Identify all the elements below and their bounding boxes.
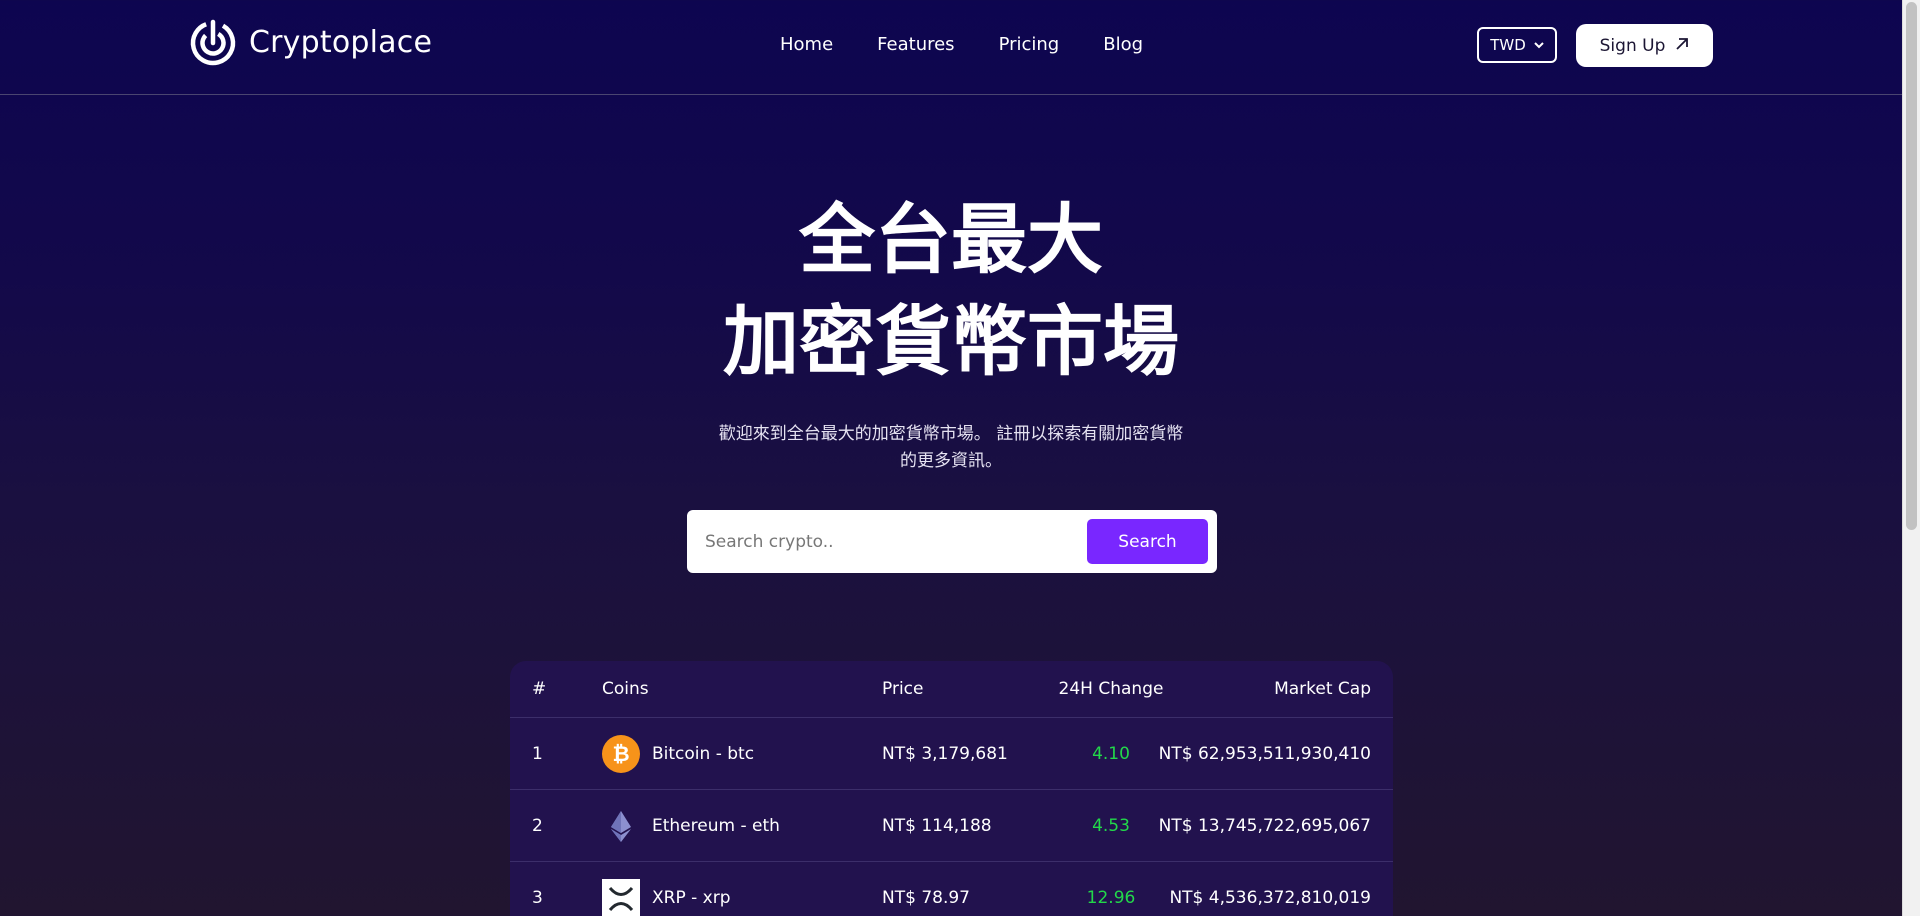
row-price: NT$ 114,188 — [882, 815, 992, 836]
scrollbar-thumb[interactable] — [1906, 2, 1917, 530]
row-rank: 3 — [532, 888, 543, 908]
header-market-cap: Market Cap — [1274, 679, 1371, 699]
row-coin: Ethereum - eth — [602, 790, 780, 861]
row-price: NT$ 78.97 — [882, 888, 970, 908]
row-coin: XRP - xrp — [602, 862, 731, 916]
coin-name: Ethereum - eth — [652, 815, 780, 836]
currency-value: TWD — [1490, 36, 1526, 54]
search-input[interactable] — [705, 522, 1085, 562]
search-button[interactable]: Search — [1087, 519, 1208, 564]
coin-name: XRP - xrp — [652, 888, 731, 908]
sign-up-label: Sign Up — [1599, 35, 1666, 56]
sign-up-button[interactable]: Sign Up — [1576, 24, 1713, 67]
xrp-icon — [602, 879, 640, 916]
svg-text:₿: ₿ — [612, 742, 629, 766]
hero-subtitle-line1: 歡迎來到全台最大的加密貨幣市場。 註冊以探索有關加密貨幣 — [718, 424, 1184, 444]
row-market-cap: NT$ 62,953,511,930,410 — [1158, 743, 1371, 764]
nav-blog[interactable]: Blog — [1103, 34, 1143, 55]
table-header-row: # Coins Price 24H Change Market Cap — [510, 661, 1393, 718]
header-coins: Coins — [602, 679, 649, 699]
brand-logo[interactable]: Cryptoplace — [189, 17, 432, 67]
ethereum-icon — [602, 807, 640, 845]
page-scrollbar[interactable] — [1902, 0, 1920, 916]
chevron-down-icon — [1534, 39, 1544, 52]
row-coin: ₿ Bitcoin - btc — [602, 718, 754, 789]
nav-features[interactable]: Features — [877, 34, 954, 55]
currency-select[interactable]: TWD — [1477, 27, 1557, 63]
row-rank: 2 — [532, 815, 543, 836]
main-nav: Home Features Pricing Blog — [780, 34, 1143, 55]
brand-name: Cryptoplace — [249, 24, 433, 60]
top-navbar: Cryptoplace Home Features Pricing Blog T… — [0, 0, 1902, 95]
table-row[interactable]: 1 ₿ Bitcoin - btc NT$ 3,179,681 4.10 NT$… — [510, 718, 1393, 790]
hero-subtitle: 歡迎來到全台最大的加密貨幣市場。 註冊以探索有關加密貨幣 的更多資訊。 — [700, 421, 1202, 475]
header-rank: # — [532, 679, 547, 699]
row-market-cap: NT$ 13,745,722,695,067 — [1158, 815, 1371, 836]
search-form: Search — [687, 510, 1217, 573]
hero-title-line2: 加密貨幣市場 — [723, 297, 1179, 386]
row-price: NT$ 3,179,681 — [882, 743, 1008, 764]
header-price: Price — [882, 679, 924, 699]
row-market-cap: NT$ 4,536,372,810,019 — [1169, 888, 1371, 908]
header-change: 24H Change — [1058, 679, 1164, 699]
crypto-table: # Coins Price 24H Change Market Cap 1 ₿ … — [510, 661, 1393, 916]
nav-pricing[interactable]: Pricing — [999, 34, 1060, 55]
table-row[interactable]: 2 Ethereum - eth NT$ 114,188 4.53 NT$ 13… — [510, 790, 1393, 862]
coin-name: Bitcoin - btc — [652, 743, 755, 764]
row-rank: 1 — [532, 743, 543, 764]
cryptoplace-logo-icon — [190, 19, 236, 66]
hero-subtitle-line2: 的更多資訊。 — [900, 451, 1002, 471]
arrow-up-right-icon — [1675, 36, 1689, 56]
nav-home[interactable]: Home — [780, 34, 833, 55]
hero-title-line1: 全台最大 — [799, 195, 1103, 284]
table-row[interactable]: 3 XRP - xrp NT$ 78.97 12.96 NT$ 4,536,37… — [510, 862, 1393, 916]
bitcoin-icon: ₿ — [602, 734, 640, 773]
